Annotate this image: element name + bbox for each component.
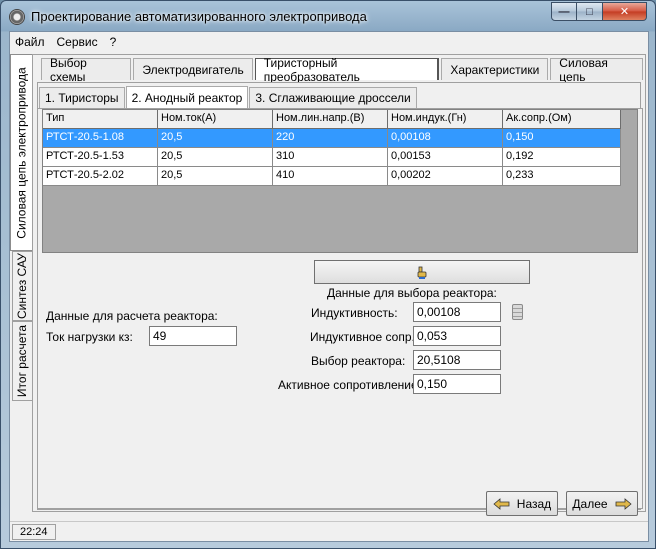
menu-help[interactable]: ? [104, 35, 123, 49]
table-cell[interactable]: 20,5 [158, 148, 273, 167]
window-controls: — □ ✕ [551, 2, 647, 21]
inductance-label: Индуктивность: [311, 306, 398, 320]
tab-thyristors[interactable]: 1. Тиристоры [39, 87, 125, 108]
side-tab-power-circuit[interactable]: Силовая цепь электропривода [10, 54, 33, 251]
select-reactor-button[interactable] [314, 260, 530, 284]
table-row[interactable]: РТСТ-20.5-1.53 20,5 310 0,00153 0,192 [43, 148, 637, 167]
tab-power-circuit[interactable]: Силовая цепь [550, 56, 644, 84]
tab-anode-reactor[interactable]: 2. Анодный реактор [125, 86, 249, 108]
maximize-icon: □ [586, 5, 593, 18]
close-icon: ✕ [619, 6, 630, 18]
calculator-icon[interactable] [512, 304, 523, 320]
table-header: Тип Ном.ток(А) Ном.лин.напр.(В) Ном.инду… [43, 110, 637, 129]
client-area: Файл Сервис ? Силовая цепь электропривод… [9, 31, 649, 542]
sub-tabs: 1. Тиристоры 2. Анодный реактор 3. Сглаж… [39, 86, 418, 108]
tab-characteristics[interactable]: Характеристики [441, 58, 549, 80]
reactor-choice-field[interactable]: 20,5108 [413, 350, 501, 370]
table-cell[interactable]: 0,192 [503, 148, 621, 167]
back-button[interactable]: Назад [486, 491, 558, 516]
reactor-table[interactable]: Тип Ном.ток(А) Ном.лин.напр.(В) Ном.инду… [42, 109, 638, 253]
window-title: Проектирование автоматизированного элект… [31, 9, 367, 24]
main-tabs: Выбор схемы Электродвигатель Тиристорный… [41, 56, 645, 84]
table-cell[interactable]: 310 [273, 148, 388, 167]
pointing-hand-icon [417, 266, 427, 279]
table-cell[interactable]: 0,00202 [388, 167, 503, 186]
reactor-choice-label: Выбор реактора: [311, 354, 406, 368]
column-header-resistance[interactable]: Ак.сопр.(Ом) [503, 110, 621, 129]
table-cell[interactable]: 20,5 [158, 129, 273, 148]
tab-thyristor-converter[interactable]: Тиристорный преобразователь [254, 56, 440, 84]
table-cell[interactable]: 0,150 [503, 129, 621, 148]
hand-right-icon [615, 497, 632, 510]
table-cell[interactable]: РТСТ-20.5-1.08 [43, 129, 158, 148]
status-time: 22:24 [12, 524, 56, 540]
table-cell[interactable]: 0,00153 [388, 148, 503, 167]
selection-section-title: Данные для выбора реактора: [327, 286, 497, 300]
table-cell[interactable]: 410 [273, 167, 388, 186]
column-header-type[interactable]: Тип [43, 110, 158, 129]
table-cell[interactable]: 0,233 [503, 167, 621, 186]
table-row[interactable]: РТСТ-20.5-2.02 20,5 410 0,00202 0,233 [43, 167, 637, 186]
menu-service[interactable]: Сервис [51, 35, 104, 49]
title-bar[interactable]: Проектирование автоматизированного элект… [1, 1, 655, 31]
table-cell[interactable]: РТСТ-20.5-2.02 [43, 167, 158, 186]
column-header-voltage[interactable]: Ном.лин.напр.(В) [273, 110, 388, 129]
inductance-field[interactable]: 0,00108 [413, 302, 501, 322]
maximize-button[interactable]: □ [577, 2, 603, 21]
next-button[interactable]: Далее [566, 491, 638, 516]
anode-reactor-panel: Тип Ном.ток(А) Ном.лин.напр.(В) Ном.инду… [37, 108, 643, 509]
status-bar: 22:24 [10, 521, 648, 541]
active-resistance-label: Активное сопротивление: [278, 378, 421, 392]
column-header-current[interactable]: Ном.ток(А) [158, 110, 273, 129]
load-current-label: Ток нагрузки кз: [46, 330, 133, 344]
active-resistance-field[interactable]: 0,150 [413, 374, 501, 394]
load-current-field[interactable]: 49 [149, 326, 237, 346]
tab-motor[interactable]: Электродвигатель [133, 58, 253, 80]
column-header-inductance[interactable]: Ном.индук.(Гн) [388, 110, 503, 129]
minimize-button[interactable]: — [551, 2, 577, 21]
inductive-resistance-label: Индуктивное сопр.: [310, 330, 419, 344]
close-button[interactable]: ✕ [603, 2, 647, 21]
tab-smoothing-chokes[interactable]: 3. Сглаживающие дроссели [249, 87, 417, 108]
table-cell[interactable]: 20,5 [158, 167, 273, 186]
gear-icon[interactable] [9, 9, 25, 25]
next-button-label: Далее [572, 496, 608, 511]
tab-scheme-choice[interactable]: Выбор схемы [41, 56, 132, 84]
table-row[interactable]: РТСТ-20.5-1.08 20,5 220 0,00108 0,150 [43, 129, 637, 148]
calc-section-title: Данные для расчета реактора: [46, 309, 218, 323]
table-cell[interactable]: РТСТ-20.5-1.53 [43, 148, 158, 167]
back-button-label: Назад [516, 496, 552, 511]
inductive-resistance-field[interactable]: 0,053 [413, 326, 501, 346]
side-tabs: Силовая цепь электропривода Синтез САУ И… [10, 52, 33, 402]
hand-left-icon [493, 497, 510, 510]
minimize-icon: — [558, 5, 570, 18]
menu-file[interactable]: Файл [10, 35, 51, 49]
side-tab-sau-synthesis[interactable]: Синтез САУ [12, 251, 32, 321]
side-tab-summary[interactable]: Итог расчета [12, 321, 32, 401]
table-cell[interactable]: 220 [273, 129, 388, 148]
app-window: Проектирование автоматизированного элект… [0, 0, 656, 549]
menu-bar: Файл Сервис ? [10, 32, 648, 52]
table-cell[interactable]: 0,00108 [388, 129, 503, 148]
main-page: Выбор схемы Электродвигатель Тиристорный… [32, 54, 646, 512]
